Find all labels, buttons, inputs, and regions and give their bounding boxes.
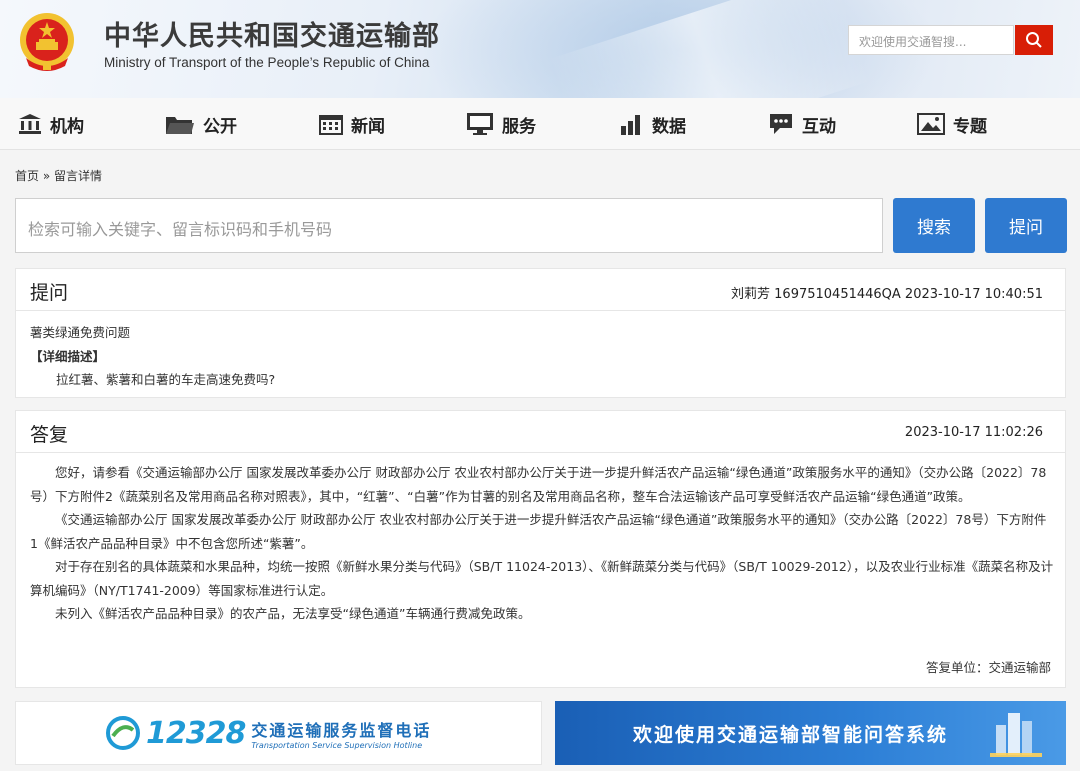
image-icon: [917, 113, 945, 135]
city-graphic-icon: [990, 713, 1042, 757]
breadcrumb-current: 留言详情: [54, 169, 103, 183]
nav-label: 机构: [50, 116, 84, 137]
chat-icon: [770, 114, 792, 134]
answer-paragraph: 对于存在别名的具体蔬菜和水果品种，均统一按照《新鲜水果分类与代码》（SB/T 1…: [30, 559, 1054, 598]
answer-heading: 答复: [30, 424, 69, 446]
question-meta: 刘莉芳 1697510451446QA 2023-10-17 10:40:51: [731, 287, 1043, 302]
nav-label: 专题: [953, 116, 987, 137]
search-button[interactable]: 搜索: [893, 198, 975, 253]
folder-icon: [166, 117, 194, 134]
national-emblem-icon[interactable]: [16, 10, 78, 74]
nav-item-topics[interactable]: 专题: [917, 98, 987, 150]
nav-item-institution[interactable]: 机构: [18, 98, 84, 150]
hotline-subtitle: Transportation Service Supervision Hotli…: [251, 740, 423, 750]
nav-label: 数据: [652, 116, 686, 137]
answer-panel-header: 答复 2023-10-17 11:02:26: [16, 411, 1065, 453]
question-detail-label: 【详细描述】: [30, 349, 106, 364]
nav-label: 互动: [802, 116, 836, 137]
institution-icon: [19, 114, 41, 134]
question-panel: 提问 刘莉芳 1697510451446QA 2023-10-17 10:40:…: [15, 268, 1066, 398]
nav-item-data[interactable]: 数据: [620, 98, 686, 150]
qa-system-banner[interactable]: 欢迎使用交通运输部智能问答系统: [555, 701, 1066, 765]
hotline-title: 交通运输服务监督电话: [251, 720, 432, 740]
site-search-button[interactable]: [1015, 25, 1053, 55]
nav-item-news[interactable]: 新闻: [319, 98, 385, 150]
question-panel-header: 提问 刘莉芳 1697510451446QA 2023-10-17 10:40:…: [16, 269, 1065, 311]
main-nav: 机构 公开 新闻 服务 数据 互动 专题: [0, 98, 1080, 150]
answer-paragraph: 您好，请参看《交通运输部办公厅 国家发展改革委办公厅 财政部办公厅 农业农村部办…: [30, 465, 1047, 504]
breadcrumb: 首页 » 留言详情: [15, 167, 102, 184]
hotline-logo-icon: [106, 716, 140, 750]
answer-paragraph: 未列入《鲜活农产品品种目录》的农产品，无法享受“绿色通道”车辆通行费减免政策。: [55, 606, 531, 621]
nav-item-interaction[interactable]: 互动: [768, 98, 836, 150]
breadcrumb-separator: »: [42, 169, 51, 183]
ask-question-button[interactable]: 提问: [985, 198, 1067, 253]
site-header: 中华人民共和国交通运输部 Ministry of Transport of th…: [0, 0, 1080, 98]
answer-paragraph: 《交通运输部办公厅 国家发展改革委办公厅 财政部办公厅 农业农村部办公厅关于进一…: [30, 512, 1047, 551]
nav-item-services[interactable]: 服务: [466, 98, 536, 150]
question-subject: 薯类绿通免费问题: [30, 325, 131, 340]
question-heading: 提问: [30, 282, 69, 304]
message-search-input[interactable]: 检索可输入关键字、留言标识码和手机号码: [15, 198, 883, 253]
answer-time: 2023-10-17 11:02:26: [904, 425, 1043, 440]
nav-label: 服务: [502, 116, 536, 137]
hotline-number: 12328: [146, 715, 246, 751]
monitor-icon: [467, 113, 493, 135]
nav-item-public[interactable]: 公开: [165, 98, 237, 150]
answer-unit: 答复单位：交通运输部: [925, 660, 1051, 675]
breadcrumb-home[interactable]: 首页: [15, 169, 39, 183]
question-detail: 拉红薯、紫薯和白薯的车走高速免费吗?: [56, 372, 276, 387]
site-title[interactable]: 中华人民共和国交通运输部: [104, 14, 440, 53]
hotline-text: 交通运输服务监督电话 Transportation Service Superv…: [251, 717, 431, 750]
hotline-banner[interactable]: 12328 交通运输服务监督电话 Transportation Service …: [15, 701, 542, 765]
answer-panel: 答复 2023-10-17 11:02:26 您好，请参看《交通运输部办公厅 国…: [15, 410, 1066, 688]
site-subtitle: Ministry of Transport of the People’s Re…: [104, 55, 430, 70]
site-search-input[interactable]: 欢迎使用交通智搜...: [848, 25, 1014, 55]
bar-chart-icon: [621, 115, 640, 135]
qa-system-text: 欢迎使用交通运输部智能问答系统: [633, 723, 949, 746]
answer-body: 您好，请参看《交通运输部办公厅 国家发展改革委办公厅 财政部办公厅 农业农村部办…: [30, 461, 1054, 626]
nav-label: 新闻: [351, 116, 385, 137]
calendar-icon: [319, 115, 343, 135]
search-icon: [1026, 32, 1042, 48]
nav-label: 公开: [203, 116, 237, 137]
